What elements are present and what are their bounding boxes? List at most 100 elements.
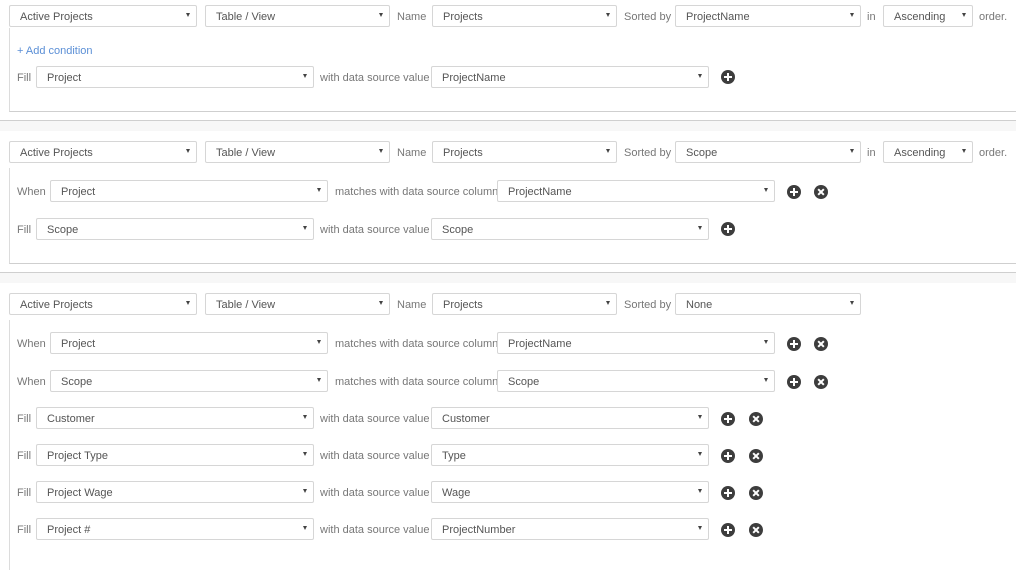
- name-select-value: Projects: [443, 11, 483, 23]
- caret-down-icon: [962, 149, 966, 153]
- fill-label: Fill: [17, 524, 32, 536]
- sorted-by-select[interactable]: None: [675, 293, 861, 315]
- fill-field-select[interactable]: Project #: [36, 518, 314, 540]
- remove-fill-button[interactable]: [749, 523, 763, 537]
- fill-field-select[interactable]: Project Type: [36, 444, 314, 466]
- caret-down-icon: [698, 489, 702, 493]
- add-fill-button[interactable]: [721, 449, 735, 463]
- name-select[interactable]: Projects: [432, 141, 617, 163]
- fill-field-value: Project: [47, 72, 82, 84]
- condition-column-select[interactable]: ProjectName: [497, 180, 775, 202]
- remove-fill-button[interactable]: [749, 449, 763, 463]
- source-select[interactable]: Active Projects: [9, 5, 197, 27]
- caret-down-icon: [186, 149, 190, 153]
- add-fill-button[interactable]: [721, 523, 735, 537]
- caret-down-icon: [379, 301, 383, 305]
- caret-down-icon: [606, 301, 610, 305]
- add-condition-link[interactable]: + Add condition: [17, 45, 93, 57]
- fill-field-select[interactable]: Scope: [36, 218, 314, 240]
- order-select-value: Ascending: [894, 11, 946, 23]
- source-select-value: Active Projects: [20, 299, 93, 311]
- condition-field-select[interactable]: Project: [50, 332, 328, 354]
- caret-down-icon: [764, 188, 768, 192]
- name-select[interactable]: Projects: [432, 5, 617, 27]
- order-select[interactable]: Ascending: [883, 141, 973, 163]
- order-label: order.: [979, 147, 1008, 159]
- order-select[interactable]: Ascending: [883, 5, 973, 27]
- fill-field-value: Customer: [47, 413, 95, 425]
- fill-field-select[interactable]: Customer: [36, 407, 314, 429]
- with-value-label: with data source value: [320, 450, 430, 462]
- condition-field-select[interactable]: Project: [50, 180, 328, 202]
- sorted-by-label: Sorted by: [624, 11, 672, 23]
- caret-down-icon: [698, 226, 702, 230]
- sorted-by-select-value: ProjectName: [686, 11, 750, 23]
- remove-condition-button[interactable]: [814, 337, 828, 351]
- caret-down-icon: [850, 13, 854, 17]
- sorted-by-select-value: None: [686, 299, 713, 311]
- fill-value-select[interactable]: Scope: [431, 218, 709, 240]
- add-fill-button[interactable]: [721, 222, 735, 236]
- fill-field-value: Project Wage: [47, 487, 113, 499]
- fill-value-select[interactable]: Type: [431, 444, 709, 466]
- source-select[interactable]: Active Projects: [9, 293, 197, 315]
- fill-value-select[interactable]: Wage: [431, 481, 709, 503]
- remove-fill-button[interactable]: [749, 412, 763, 426]
- type-select[interactable]: Table / View: [205, 293, 390, 315]
- caret-down-icon: [186, 13, 190, 17]
- fill-value-select[interactable]: Customer: [431, 407, 709, 429]
- in-label: in: [867, 147, 876, 159]
- matches-column-label: matches with data source column: [335, 338, 499, 350]
- add-condition-button[interactable]: [787, 185, 801, 199]
- fill-field-value: Project #: [47, 524, 91, 536]
- fill-label: Fill: [17, 450, 32, 462]
- type-select-value: Table / View: [216, 11, 276, 23]
- with-value-label: with data source value: [320, 524, 430, 536]
- with-value-label: with data source value: [320, 224, 430, 236]
- fill-value-value: ProjectName: [442, 72, 506, 84]
- condition-column-select[interactable]: Scope: [497, 370, 775, 392]
- in-label: in: [867, 11, 876, 23]
- name-label: Name: [397, 11, 427, 23]
- fill-value-select[interactable]: ProjectName: [431, 66, 709, 88]
- caret-down-icon: [303, 415, 307, 419]
- remove-condition-button[interactable]: [814, 375, 828, 389]
- block-gap: [0, 121, 1016, 131]
- with-value-label: with data source value: [320, 413, 430, 425]
- fill-field-value: Project Type: [47, 450, 108, 462]
- add-fill-button[interactable]: [721, 486, 735, 500]
- sorted-by-select[interactable]: Scope: [675, 141, 861, 163]
- type-select[interactable]: Table / View: [205, 141, 390, 163]
- name-select[interactable]: Projects: [432, 293, 617, 315]
- sorted-by-select[interactable]: ProjectName: [675, 5, 861, 27]
- add-fill-button[interactable]: [721, 70, 735, 84]
- fill-label: Fill: [17, 413, 32, 425]
- add-fill-button[interactable]: [721, 412, 735, 426]
- type-select[interactable]: Table / View: [205, 5, 390, 27]
- block-gap: [0, 273, 1016, 283]
- remove-condition-button[interactable]: [814, 185, 828, 199]
- type-select-value: Table / View: [216, 299, 276, 311]
- caret-down-icon: [303, 452, 307, 456]
- condition-field-select[interactable]: Scope: [50, 370, 328, 392]
- when-label: When: [17, 376, 46, 388]
- fill-field-select[interactable]: Project: [36, 66, 314, 88]
- condition-column-select[interactable]: ProjectName: [497, 332, 775, 354]
- caret-down-icon: [764, 340, 768, 344]
- caret-down-icon: [303, 526, 307, 530]
- source-select[interactable]: Active Projects: [9, 141, 197, 163]
- fill-field-select[interactable]: Project Wage: [36, 481, 314, 503]
- name-label: Name: [397, 147, 427, 159]
- fill-value-select[interactable]: ProjectNumber: [431, 518, 709, 540]
- add-condition-button[interactable]: [787, 375, 801, 389]
- caret-down-icon: [850, 149, 854, 153]
- condition-column-value: ProjectName: [508, 338, 572, 350]
- sorted-by-label: Sorted by: [624, 147, 672, 159]
- caret-down-icon: [962, 13, 966, 17]
- add-condition-button[interactable]: [787, 337, 801, 351]
- remove-fill-button[interactable]: [749, 486, 763, 500]
- source-select-value: Active Projects: [20, 147, 93, 159]
- caret-down-icon: [606, 13, 610, 17]
- condition-field-value: Scope: [61, 376, 93, 388]
- type-select-value: Table / View: [216, 147, 276, 159]
